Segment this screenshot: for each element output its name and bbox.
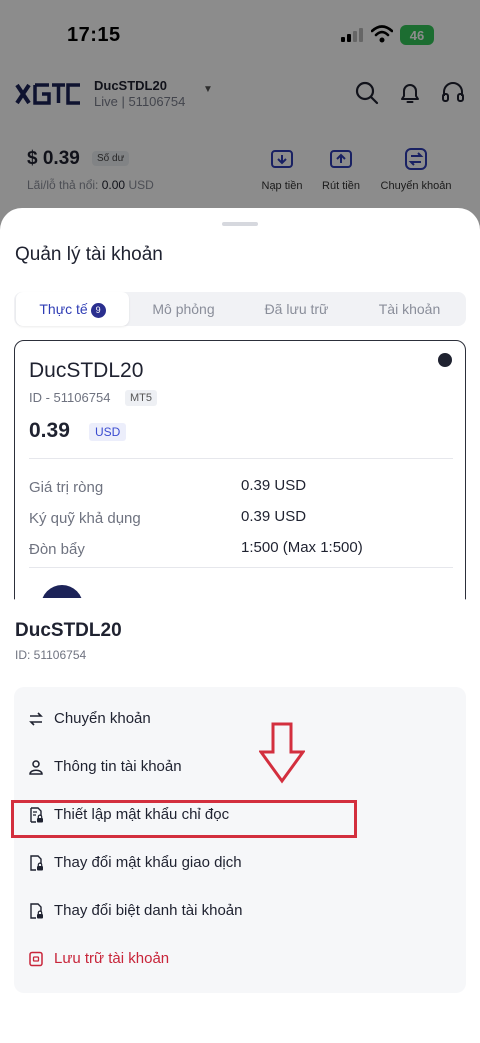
menu-item-archive-account[interactable]: Lưu trữ tài khoản — [14, 938, 466, 982]
menu-item-label: Chuyển khoản — [54, 710, 151, 727]
menu-item-change-nickname[interactable]: Thay đổi biệt danh tài khoản — [14, 890, 466, 934]
selected-check-icon — [438, 353, 452, 367]
action-sheet-title: DucSTDL20 — [15, 620, 122, 641]
transfer-arrows-icon — [29, 712, 43, 726]
stat-value-equity: 0.39 USD — [241, 477, 307, 494]
card-account-name: DucSTDL20 — [29, 359, 144, 382]
action-menu: Chuyển khoản Thông tin tài khoản Thiết l… — [14, 687, 466, 993]
tab-archived[interactable]: Đã lưu trữ — [240, 292, 353, 326]
file-lock-icon — [30, 855, 43, 871]
menu-item-label: Lưu trữ tài khoản — [54, 950, 170, 967]
card-account-id: ID - 51106754 — [29, 390, 111, 405]
card-balance: 0.39 — [29, 419, 70, 442]
file-lock-icon — [30, 903, 43, 919]
tab-accounts[interactable]: Tài khoản — [353, 292, 466, 326]
stat-label-equity: Giá trị ròng — [29, 479, 104, 496]
menu-item-change-trading-password[interactable]: Thay đổi mật khẩu giao dịch — [14, 842, 466, 886]
menu-item-account-info[interactable]: Thông tin tài khoản — [14, 746, 466, 790]
tab-demo[interactable]: Mô phỏng — [127, 292, 240, 326]
divider — [29, 458, 453, 459]
sheet-title: Quản lý tài khoản — [15, 244, 163, 265]
stat-value-leverage: 1:500 (Max 1:500) — [241, 539, 363, 556]
menu-item-transfer[interactable]: Chuyển khoản — [14, 698, 466, 742]
card-platform-badge: MT5 — [125, 390, 157, 406]
account-card[interactable]: DucSTDL20 ID - 51106754 MT5 0.39 USD Giá… — [14, 340, 466, 627]
menu-item-label: Thay đổi biệt danh tài khoản — [54, 902, 243, 919]
stat-label-free-margin: Ký quỹ khả dụng — [29, 510, 141, 527]
tab-real-label: Thực tế — [39, 301, 88, 317]
stat-label-leverage: Đòn bẩy — [29, 541, 85, 558]
stat-value-free-margin: 0.39 USD — [241, 508, 307, 525]
action-sheet-id: ID: 51106754 — [15, 648, 87, 662]
divider — [29, 567, 453, 568]
menu-item-label: Thay đổi mật khẩu giao dịch — [54, 854, 242, 871]
annotation-highlight-box — [11, 800, 357, 838]
tab-real-badge: 9 — [90, 303, 106, 318]
archive-icon — [29, 951, 43, 967]
card-currency: USD — [89, 423, 127, 441]
menu-item-label: Thông tin tài khoản — [54, 758, 182, 775]
user-icon — [29, 760, 43, 775]
sheet-grabber[interactable] — [222, 222, 258, 226]
account-tabs: Thực tế 9 Mô phỏng Đã lưu trữ Tài khoản — [14, 292, 466, 326]
tab-real[interactable]: Thực tế 9 — [16, 292, 129, 326]
annotation-down-arrow-icon — [259, 722, 305, 784]
